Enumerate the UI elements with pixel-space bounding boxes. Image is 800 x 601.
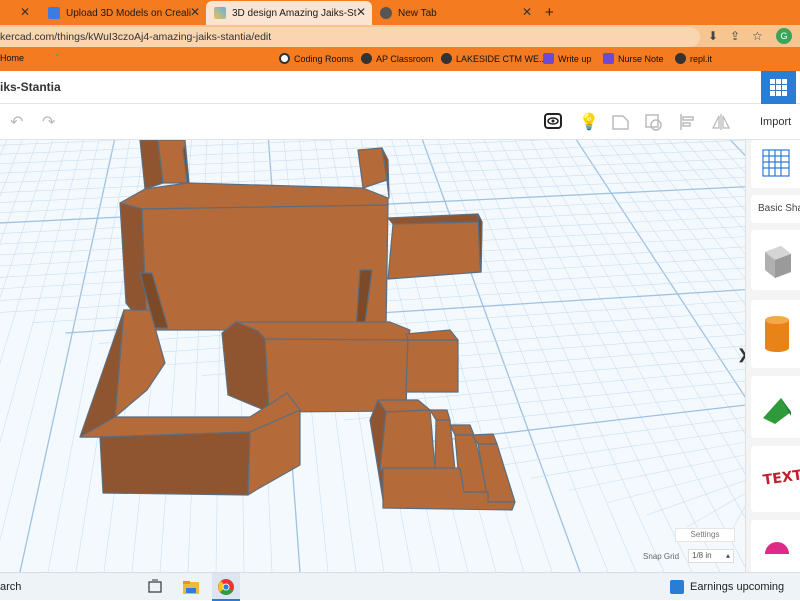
bookmark-ap-classroom[interactable]: AP Classroom — [361, 53, 433, 64]
ungroup-icon[interactable] — [643, 112, 665, 132]
tab-title: Upload 3D Models on Creality Cl — [66, 7, 191, 19]
news-ticker[interactable]: Earnings upcoming — [690, 581, 784, 593]
bookmark-label: LAKESIDE CTM WE... — [456, 53, 547, 64]
workplane-canvas[interactable] — [0, 140, 745, 572]
design-title[interactable]: iks-Stantia — [0, 80, 61, 94]
close-tab-icon[interactable]: ✕ — [20, 5, 30, 19]
tinkercad-icon — [214, 7, 226, 19]
shape-roof[interactable] — [751, 376, 800, 438]
close-tab-icon[interactable]: ✕ — [356, 5, 366, 19]
creality-icon — [48, 7, 60, 19]
bookmark-label: AP Classroom — [376, 53, 434, 64]
shape-category-dropdown[interactable]: Basic Sha — [751, 195, 800, 223]
shape-half-sphere[interactable] — [751, 520, 800, 572]
workplane-shape[interactable] — [751, 140, 800, 188]
chrome-taskbar-button[interactable] — [212, 573, 240, 601]
install-app-icon[interactable]: ⬇ — [708, 29, 718, 43]
bookmark-home[interactable]: Home — [0, 53, 24, 63]
import-button[interactable]: Import — [752, 112, 800, 132]
tab-upload-creality[interactable]: Upload 3D Models on Creality Cl ✕ — [40, 1, 206, 25]
tab-title: 3D design Amazing Jaiks-Stantia — [232, 7, 357, 19]
align-icon[interactable] — [678, 112, 698, 132]
file-explorer-icon[interactable] — [182, 578, 200, 596]
snap-grid-label: Snap Grid — [643, 552, 680, 561]
caret-icon: ▴ — [725, 551, 730, 560]
globe-icon — [361, 53, 372, 64]
svg-text:TEXT: TEXT — [762, 467, 800, 488]
chrome-icon — [380, 7, 392, 19]
doc-icon — [603, 53, 614, 64]
text-icon: TEXT — [762, 467, 800, 488]
snap-grid-value: 1/8 in — [692, 551, 712, 560]
bookmark-coding-rooms[interactable]: Coding Rooms — [279, 53, 354, 64]
globe-icon — [441, 53, 452, 64]
task-view-icon[interactable] — [147, 579, 163, 595]
redo-icon[interactable]: ↷ — [42, 112, 55, 132]
bookmark-label: Write up — [558, 53, 592, 64]
note-icon[interactable]: 💡 — [579, 112, 599, 132]
url-field[interactable]: kercad.com/things/kWuI3czoAj4-amazing-ja… — [0, 27, 700, 47]
bookmarks-bar: Home Coding Rooms AP Classroom LAKESIDE … — [0, 47, 800, 71]
globe-icon — [675, 53, 686, 64]
bookmark-label: Coding Rooms — [294, 53, 354, 64]
share-icon[interactable]: ⇪ — [730, 29, 740, 43]
tab-new-tab[interactable]: New Tab ✕ — [372, 1, 538, 25]
chrome-icon — [218, 579, 234, 595]
stocks-icon — [670, 580, 684, 594]
roof-icon — [763, 398, 791, 424]
taskbar-search[interactable]: arch — [0, 581, 21, 593]
undo-icon[interactable]: ↶ — [10, 112, 23, 132]
doc-icon — [543, 53, 554, 64]
grammarly-extension-icon[interactable]: G — [776, 28, 792, 44]
shape-cylinder[interactable] — [751, 300, 800, 368]
coding-rooms-icon — [279, 53, 290, 64]
tab-0[interactable]: ✕ — [0, 1, 40, 25]
settings-button[interactable]: Settings — [675, 528, 735, 542]
new-tab-button[interactable]: + — [545, 4, 554, 21]
snap-grid-select[interactable]: 1/8 in ▴ — [688, 549, 734, 563]
half-sphere-icon — [765, 542, 789, 554]
workplane-icon — [762, 149, 790, 177]
mirror-icon[interactable] — [710, 112, 732, 132]
calendar-icon[interactable] — [56, 54, 58, 56]
address-bar-row: kercad.com/things/kWuI3czoAj4-amazing-ja… — [0, 25, 800, 47]
bookmark-label: repl.it — [690, 53, 713, 64]
show-all-icon[interactable] — [543, 112, 563, 132]
close-tab-icon[interactable]: ✕ — [522, 5, 532, 19]
cylinder-icon — [765, 316, 789, 352]
group-icon[interactable] — [610, 112, 632, 132]
shapes-panel: Basic Sha TEXT — [745, 140, 800, 572]
taskbar: arch Earnings upcoming — [0, 572, 800, 601]
grid-icon — [770, 79, 787, 96]
url-text: kercad.com/things/kWuI3czoAj4-amazing-ja… — [0, 31, 272, 43]
dashboard-grid-button[interactable] — [761, 71, 796, 104]
close-tab-icon[interactable]: ✕ — [190, 5, 200, 19]
app-header: iks-Stantia — [0, 71, 800, 104]
workplane[interactable]: Settings Snap Grid 1/8 in ▴ — [0, 140, 745, 572]
bookmark-lakeside[interactable]: LAKESIDE CTM WE... — [441, 53, 547, 64]
tab-strip: ✕ Upload 3D Models on Creality Cl ✕ 3D d… — [0, 0, 800, 25]
bookmark-write-up[interactable]: Write up — [543, 53, 591, 64]
tab-title: New Tab — [398, 7, 437, 19]
shape-box[interactable] — [751, 230, 800, 290]
shape-text[interactable]: TEXT — [751, 446, 800, 512]
bookmark-nurse-note[interactable]: Nurse Note — [603, 53, 664, 64]
bookmark-label: Home — [0, 53, 25, 63]
bookmark-replit[interactable]: repl.it — [675, 53, 712, 64]
bookmark-star-icon[interactable]: ☆ — [752, 29, 763, 43]
editor-toolbar: ↶ ↷ 💡 Import — [0, 104, 800, 140]
tab-tinkercad-design[interactable]: 3D design Amazing Jaiks-Stantia ✕ — [206, 1, 372, 25]
box-icon — [765, 246, 791, 278]
bookmark-label: Nurse Note — [618, 53, 664, 64]
